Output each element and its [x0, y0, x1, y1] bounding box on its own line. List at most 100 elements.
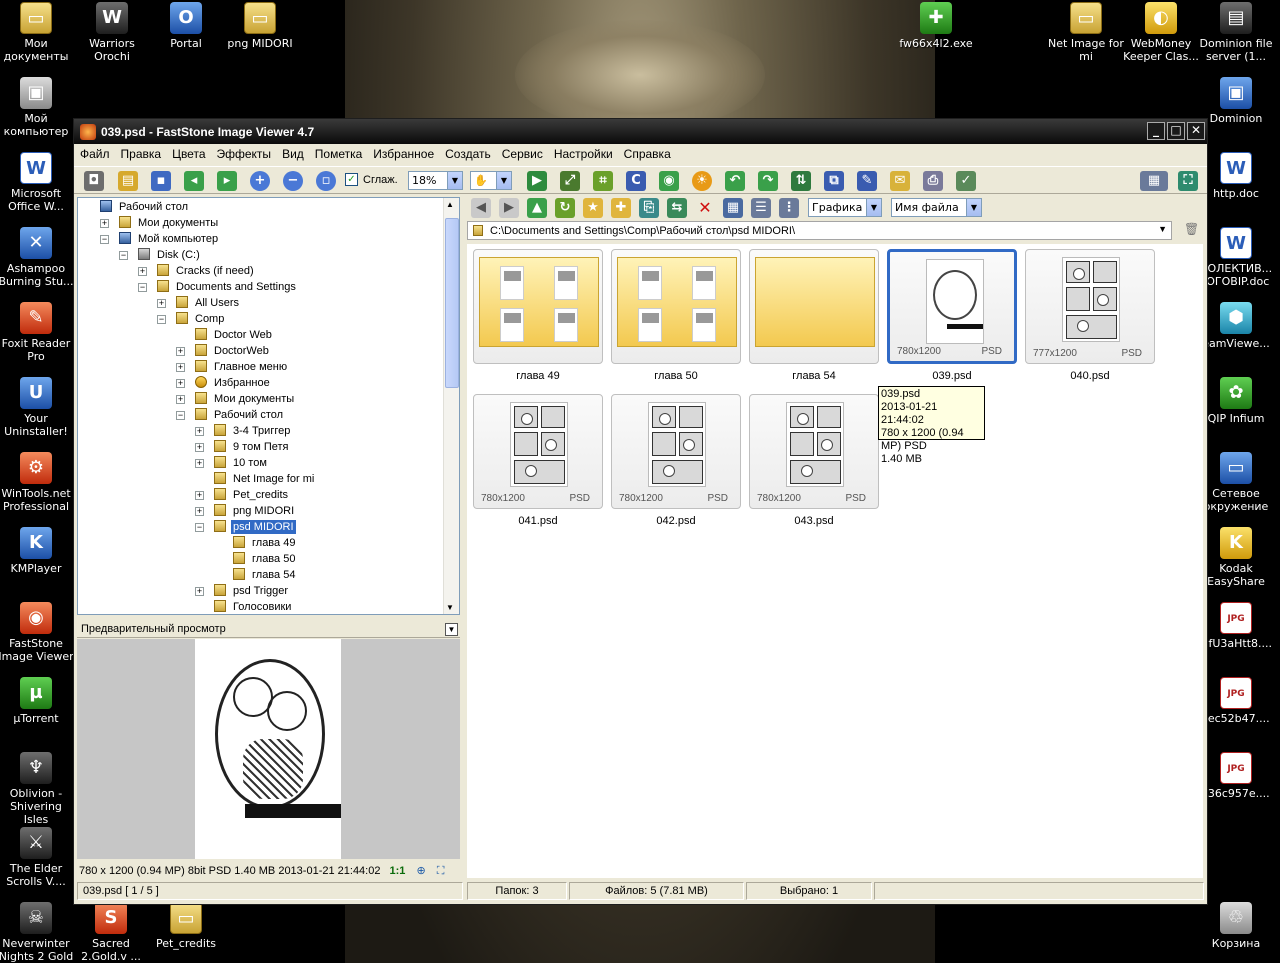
faststone-window[interactable]: 039.psd - FastStone Image Viewer 4.7 _ □…: [73, 118, 1208, 905]
tree-node[interactable]: + Мои документы: [176, 392, 296, 408]
settings-check-icon[interactable]: ✓: [956, 171, 976, 191]
tree-node[interactable]: Doctor Web: [195, 328, 274, 344]
desktop-icon[interactable]: ♆ Oblivion - Shivering Isles: [0, 752, 74, 826]
scroll-down-icon[interactable]: ▼: [446, 603, 454, 612]
desktop-icon[interactable]: JPG _ec52b47....: [1198, 677, 1274, 725]
list-view-icon[interactable]: ⋮: [779, 198, 799, 218]
menu-item[interactable]: Правка: [115, 144, 167, 161]
thumbnail-frame[interactable]: 777x1200 PSD: [1025, 249, 1155, 364]
tree-node[interactable]: − Мой компьютер: [100, 232, 220, 248]
tree-node[interactable]: +3-4 Триггер: [195, 424, 292, 440]
desktop-icon[interactable]: ◐ WebMoney Keeper Clas...: [1123, 2, 1199, 63]
email-icon[interactable]: ✉: [890, 171, 910, 191]
thumbnail-frame[interactable]: [473, 249, 603, 364]
hand-tool-combo[interactable]: ✋ ▼: [470, 171, 512, 190]
tree-node[interactable]: − psd MIDORI: [195, 520, 296, 536]
rotate-left-icon[interactable]: ↶: [725, 171, 745, 191]
color-balance-icon[interactable]: C: [626, 171, 646, 191]
expand-icon[interactable]: +: [176, 347, 185, 356]
expand-icon[interactable]: +: [176, 363, 185, 372]
path-bar[interactable]: C:\Documents and Settings\Comp\Рабочий с…: [467, 221, 1172, 240]
desktop-icon[interactable]: ⚙ WinTools.net Professional: [0, 452, 74, 513]
tree-scroll-thumb[interactable]: [445, 218, 459, 388]
desktop-icon[interactable]: ▤ Dominion file server (1...: [1198, 2, 1274, 63]
prev-icon[interactable]: ◂: [184, 171, 204, 191]
expand-icon[interactable]: ⛶: [437, 865, 445, 877]
collapse-icon[interactable]: −: [119, 251, 128, 260]
desktop-icon[interactable]: ◉ FastStone Image Viewer: [0, 602, 74, 663]
image-thumbnail[interactable]: 780x1200 PSD 043.psd: [749, 394, 879, 529]
desktop-icon[interactable]: ☠ Neverwinter Nights 2 Gold: [0, 902, 74, 963]
move-to-icon[interactable]: ⇆: [667, 198, 687, 218]
thumbnail-frame[interactable]: 780x1200 PSD: [473, 394, 603, 509]
desktop-icon[interactable]: ▭ Сетевое окружение: [1198, 452, 1274, 513]
save-icon[interactable]: ▪: [151, 171, 171, 191]
menu-item[interactable]: Вид: [276, 144, 309, 161]
folder-thumbnail[interactable]: глава 54: [749, 249, 879, 384]
zoom-combo[interactable]: 18% ▼: [408, 171, 463, 190]
tree-node[interactable]: + png MIDORI: [195, 504, 296, 520]
expand-icon[interactable]: +: [195, 491, 204, 500]
open-folder-icon[interactable]: ▤: [118, 171, 138, 191]
collapse-icon[interactable]: ▼: [445, 623, 458, 636]
desktop-icon[interactable]: ⚔ The Elder Scrolls V....: [0, 827, 74, 888]
crop-icon[interactable]: ⌗: [593, 171, 613, 191]
desktop-icon[interactable]: ⬢ eamViewe...: [1198, 302, 1274, 350]
expand-icon[interactable]: +: [195, 427, 204, 436]
scroll-up-icon[interactable]: ▲: [446, 200, 454, 209]
expand-icon[interactable]: +: [138, 267, 147, 276]
tree-node[interactable]: + Cracks (if need): [138, 264, 256, 280]
fullscreen-icon[interactable]: ⛶: [1178, 171, 1198, 191]
tree-node[interactable]: +10 том: [195, 456, 269, 472]
expand-icon[interactable]: +: [176, 395, 185, 404]
image-thumbnail[interactable]: 777x1200 PSD 040.psd: [1025, 249, 1155, 384]
desktop-icon[interactable]: ▭ Net Image for mi: [1048, 2, 1124, 63]
expand-icon[interactable]: +: [195, 507, 204, 516]
title-bar[interactable]: 039.psd - FastStone Image Viewer 4.7 _ □…: [74, 119, 1207, 144]
desktop-icon[interactable]: W Microsoft Office W...: [0, 152, 74, 213]
desktop-icon[interactable]: O Portal: [148, 2, 224, 50]
faststone-app-icon[interactable]: [80, 124, 96, 140]
expand-icon[interactable]: +: [157, 299, 166, 308]
desktop-icon[interactable]: W СОЛЕКТИВ... ,ОГОВIP.doc: [1198, 227, 1274, 288]
menu-item[interactable]: Файл: [74, 144, 115, 161]
menu-item[interactable]: Справка: [618, 144, 676, 161]
desktop-icon[interactable]: ▭ png MIDORI: [222, 2, 298, 50]
preview-area[interactable]: [77, 639, 460, 859]
expand-icon[interactable]: +: [176, 379, 185, 388]
trash-icon[interactable]: 🗑: [1184, 222, 1200, 238]
desktop-icon[interactable]: K Kodak EasyShare: [1198, 527, 1274, 588]
tree-node[interactable]: + All Users: [157, 296, 241, 312]
thumbnail-frame[interactable]: 780x1200 PSD: [887, 249, 1017, 364]
expand-icon[interactable]: +: [195, 587, 204, 596]
thumbnail-frame[interactable]: [749, 249, 879, 364]
collapse-icon[interactable]: −: [138, 283, 147, 292]
menu-item[interactable]: Эффекты: [211, 144, 277, 161]
expand-icon[interactable]: +: [195, 443, 204, 452]
tree-node[interactable]: + Мои документы: [100, 216, 220, 232]
expand-icon[interactable]: +: [100, 219, 109, 228]
tree-node[interactable]: + psd Trigger: [195, 584, 290, 600]
collapse-icon[interactable]: −: [195, 523, 204, 532]
menu-item[interactable]: Цвета: [166, 144, 210, 161]
desktop-icon[interactable]: ✕ Ashampoo Burning Stu...: [0, 227, 74, 288]
thumbnail-frame[interactable]: 780x1200 PSD: [611, 394, 741, 509]
image-thumbnail[interactable]: 780x1200 PSD 042.psd: [611, 394, 741, 529]
tree-node[interactable]: Net Image for mi: [214, 472, 316, 488]
desktop-icon[interactable]: W Warriors Orochi: [74, 2, 150, 63]
desktop-icon[interactable]: ▣ Dominion: [1198, 77, 1274, 125]
sort-combo[interactable]: Имя файла ▼: [891, 198, 982, 217]
desktop-icon[interactable]: S Sacred 2.Gold.v ...: [73, 902, 149, 963]
flip-icon[interactable]: ⇅: [791, 171, 811, 191]
tree-node[interactable]: Голосовики: [214, 600, 293, 616]
maximize-button[interactable]: □: [1167, 122, 1185, 140]
tree-scrollbar[interactable]: ▲ ▼: [443, 198, 459, 614]
folder-thumbnail[interactable]: глава 50: [611, 249, 741, 384]
rotate-right-icon[interactable]: ↷: [758, 171, 778, 191]
menu-item[interactable]: Создать: [439, 144, 496, 161]
expand-icon[interactable]: +: [195, 459, 204, 468]
tree-node[interactable]: +9 том Петя: [195, 440, 290, 456]
desktop-icon[interactable]: JPG _ifU3aHtt8....: [1198, 602, 1274, 650]
desktop-icon[interactable]: ▭ Мои документы: [0, 2, 74, 63]
collapse-icon[interactable]: −: [157, 315, 166, 324]
